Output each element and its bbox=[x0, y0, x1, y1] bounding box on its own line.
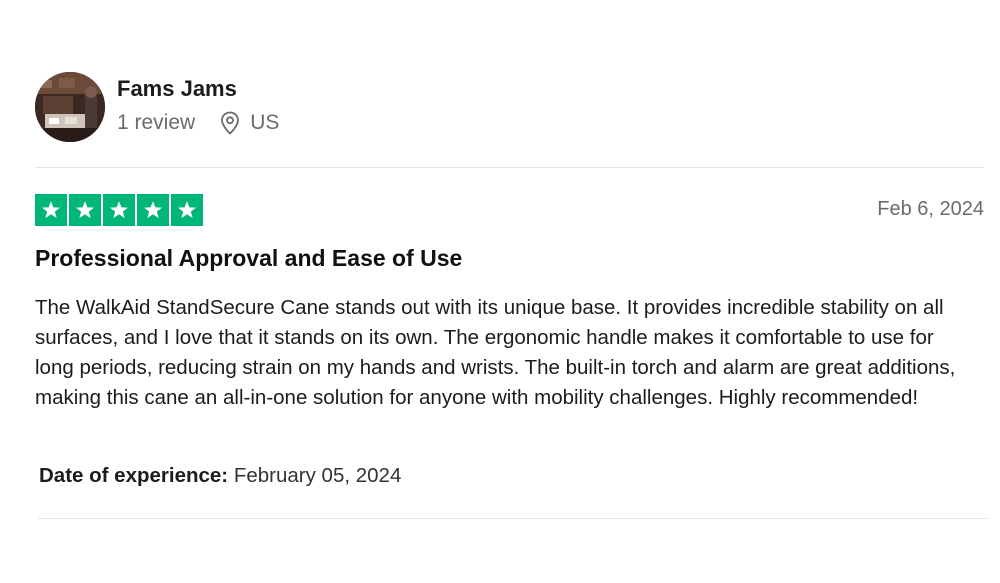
map-pin-icon bbox=[220, 111, 240, 135]
review-body: The WalkAid StandSecure Cane stands out … bbox=[35, 296, 956, 409]
review-title[interactable]: Professional Approval and Ease of Use bbox=[35, 245, 462, 272]
footer-divider bbox=[38, 518, 988, 519]
reviewer-name[interactable]: Fams Jams bbox=[117, 76, 237, 102]
star-icon bbox=[171, 194, 203, 226]
reviewer-meta: 1 review US bbox=[117, 111, 279, 135]
date-of-experience: Date of experience: February 05, 2024 bbox=[39, 464, 401, 488]
reviewer-photo bbox=[35, 72, 105, 142]
star-rating bbox=[35, 194, 203, 226]
star-icon bbox=[103, 194, 135, 226]
star-icon bbox=[69, 194, 101, 226]
header-divider bbox=[35, 167, 984, 168]
review-count: 1 review bbox=[117, 111, 196, 134]
reviewer-country: US bbox=[250, 111, 280, 134]
review-card: Fams Jams 1 review US Feb 6, 2024 Profes… bbox=[0, 0, 1000, 583]
star-icon bbox=[137, 194, 169, 226]
experience-label: Date of experience: bbox=[39, 464, 229, 487]
review-date: Feb 6, 2024 bbox=[877, 198, 984, 220]
reviewer-avatar[interactable] bbox=[35, 72, 105, 142]
experience-date: February 05, 2024 bbox=[233, 464, 402, 487]
star-icon bbox=[35, 194, 67, 226]
